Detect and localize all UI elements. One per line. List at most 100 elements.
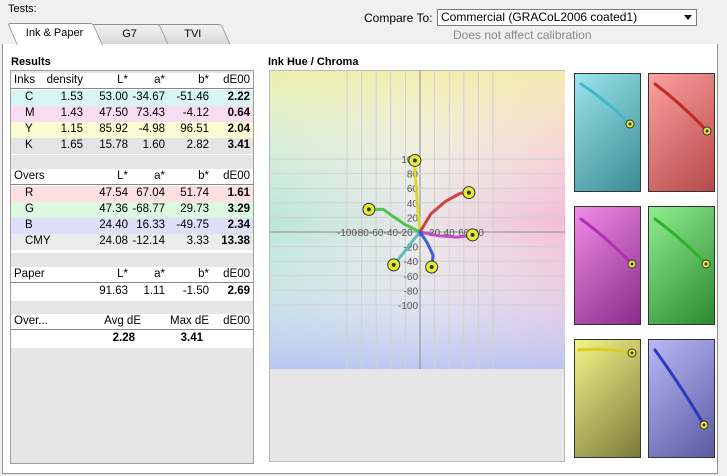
over-l: 47.36	[99, 203, 128, 215]
column-header: Max dE	[170, 315, 209, 327]
endpoint-dot	[466, 190, 471, 195]
thumbnail-plot	[653, 217, 711, 269]
over-b: -49.75	[176, 219, 209, 231]
thumbnail-curve	[579, 217, 634, 266]
over-name: B	[25, 219, 33, 231]
tab-label: G7	[121, 28, 137, 40]
over-l: 24.40	[99, 219, 128, 231]
y-tick-label: -60	[404, 272, 419, 283]
ink-a: -4.98	[138, 123, 165, 135]
compare-to-label: Compare To:	[364, 11, 433, 25]
over-a: -12.14	[132, 235, 165, 247]
x-tick-label: -60	[369, 228, 384, 239]
inks-header-row: Inks density L* a* b* dE00	[11, 73, 253, 89]
over-a: -68.77	[132, 203, 165, 215]
column-header: Inks	[14, 74, 36, 86]
hue-chroma-chart: -100-80-60-40-2002040608010080604020-20-…	[270, 71, 565, 369]
y-tick-label: -100	[398, 301, 418, 312]
compare-to-value: Commercial (GRACoL2006 coated1)	[441, 10, 638, 24]
paper-a: 1.11	[143, 285, 165, 297]
over-a: 67.04	[136, 187, 165, 199]
over-row: G 47.36 -68.77 29.73 3.29	[11, 202, 253, 218]
over-a: 16.33	[136, 219, 165, 231]
endpoint-dot	[412, 158, 417, 163]
thumbnail-magenta[interactable]	[574, 206, 641, 325]
column-header: dE00	[223, 315, 250, 327]
thumbnail-plot	[579, 217, 637, 269]
thumbnail-plot	[653, 348, 709, 430]
y-tick-label: -80	[404, 286, 419, 297]
thumbnail-curve	[653, 348, 706, 427]
ink-de: 0.64	[227, 107, 250, 119]
over-row: CMY 24.08 -12.14 3.33 13.38	[11, 234, 253, 250]
over-de: 1.61	[227, 187, 250, 199]
ink-de: 3.41	[227, 139, 250, 151]
thumbnail-red[interactable]	[648, 73, 715, 192]
ink-de: 2.22	[227, 91, 250, 103]
ink-b: 96.51	[180, 123, 209, 135]
x-tick-label: -40	[384, 228, 399, 239]
column-header: density	[46, 74, 83, 86]
column-header: b*	[198, 74, 209, 86]
column-header: Overs	[14, 170, 45, 182]
ink-a: 73.43	[136, 107, 165, 119]
paper-b: -1.50	[182, 285, 209, 297]
column-header: Over...	[14, 315, 48, 327]
ink-b: -51.46	[176, 91, 209, 103]
overall-row: 2.28 3.41	[11, 331, 253, 347]
thumbnail-plot	[577, 347, 637, 358]
results-title: Results	[11, 56, 51, 68]
y-tick-label: 20	[407, 213, 419, 224]
compare-to-dropdown[interactable]: Commercial (GRACoL2006 coated1)	[437, 9, 697, 26]
thumbnail-marker-dot	[628, 122, 632, 126]
thumbnail-yellow[interactable]	[574, 339, 641, 458]
column-header: a*	[154, 268, 165, 280]
column-header: L*	[117, 74, 128, 86]
ink-de: 2.04	[227, 123, 250, 135]
paper-row: 91.63 1.11 -1.50 2.69	[11, 284, 253, 300]
endpoint-dot	[366, 207, 371, 212]
thumbnail-marker-dot	[704, 262, 708, 266]
tab-ink-paper[interactable]: Ink & Paper	[7, 23, 103, 45]
over-l: 24.08	[99, 235, 128, 247]
ink-name: Y	[25, 123, 33, 135]
overs-section: Overs L* a* b* dE00 R 47.54 67.04 51.74 1.61…	[11, 169, 253, 253]
column-header: b*	[198, 170, 209, 182]
column-header: a*	[154, 170, 165, 182]
ink-row: K 1.65 15.78 1.60 2.82 3.41	[11, 138, 253, 154]
ink-density: 1.53	[60, 91, 83, 103]
over-name: CMY	[25, 235, 51, 247]
endpoint-dot	[391, 262, 396, 267]
column-header: dE00	[223, 170, 250, 182]
chevron-down-icon[interactable]	[684, 15, 692, 20]
column-header: Avg dE	[104, 315, 141, 327]
thumbnail-curve	[653, 82, 709, 133]
column-header: L*	[117, 170, 128, 182]
ink-l: 53.00	[99, 91, 128, 103]
thumbnail-marker-dot	[630, 262, 634, 266]
column-header: dE00	[223, 268, 250, 280]
paper-l: 91.63	[99, 285, 128, 297]
chart-title: Ink Hue / Chroma	[268, 56, 359, 68]
avg-de-value: 2.28	[112, 332, 135, 344]
column-header: Paper	[14, 268, 45, 280]
ink-row: C 1.53 53.00 -34.67 -51.46 2.22	[11, 90, 253, 106]
over-row: R 47.54 67.04 51.74 1.61	[11, 186, 253, 202]
paper-section: Paper L* a* b* dE00 91.63 1.11 -1.50 2.6…	[11, 267, 253, 301]
ink-name: K	[25, 139, 33, 151]
thumbnail-blue[interactable]	[648, 339, 715, 458]
over-b: 3.33	[186, 235, 209, 247]
thumbnail-green[interactable]	[648, 206, 715, 325]
over-b: 29.73	[180, 203, 209, 215]
ink-b: 2.82	[186, 139, 209, 151]
over-l: 47.54	[99, 187, 128, 199]
compare-note: Does not affect calibration	[453, 28, 592, 42]
thumbnail-plot	[653, 82, 712, 136]
over-de: 13.38	[221, 235, 250, 247]
results-table: Inks density L* a* b* dE00 C 1.53 53.00 -34…	[10, 70, 254, 464]
paper-header-row: Paper L* a* b* dE00	[11, 267, 253, 283]
over-name: G	[25, 203, 34, 215]
thumbnail-cyan[interactable]	[574, 73, 641, 192]
max-de-value: 3.41	[180, 332, 203, 344]
ink-l: 47.50	[99, 107, 128, 119]
